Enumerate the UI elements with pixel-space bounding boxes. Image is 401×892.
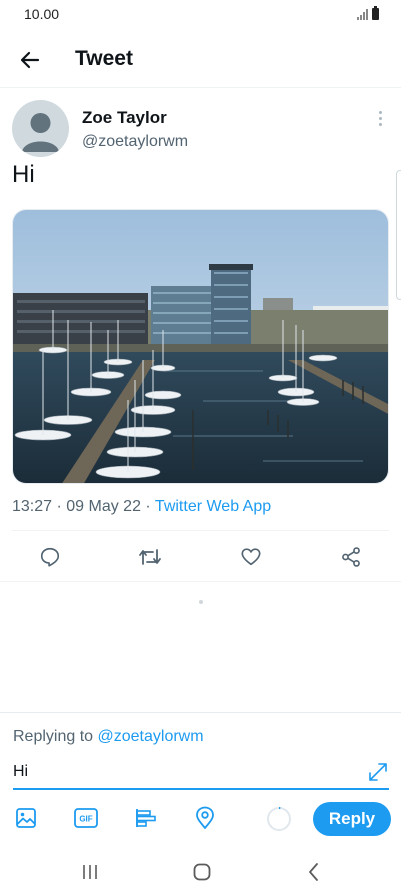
reply-input[interactable] <box>13 759 358 785</box>
reply-action[interactable] <box>36 543 64 571</box>
chevron-left-icon <box>309 863 318 881</box>
home-icon <box>193 863 211 881</box>
replying-to-label: Replying to @zoetaylorwm <box>13 728 204 746</box>
input-underline <box>13 788 389 790</box>
recent-apps-button[interactable] <box>76 858 104 886</box>
reply-composer: Replying to @zoetaylorwm GIF <box>0 712 401 852</box>
arrow-left-icon <box>20 51 40 69</box>
home-button[interactable] <box>188 858 216 886</box>
share-action[interactable] <box>337 543 365 571</box>
tweet-text: Hi <box>12 161 35 188</box>
app-header: Tweet <box>0 30 401 88</box>
marina-photo <box>13 210 388 483</box>
tweet-media-image[interactable] <box>12 209 389 484</box>
like-action[interactable] <box>237 543 265 571</box>
default-avatar-icon <box>22 113 59 152</box>
system-back-button[interactable] <box>300 858 328 886</box>
author-handle[interactable]: @zoetaylorwm <box>82 133 188 151</box>
expand-icon <box>369 763 387 781</box>
loading-indicator <box>199 600 203 604</box>
location-icon <box>196 806 214 829</box>
replying-prefix: Replying to <box>13 728 98 745</box>
add-image-button[interactable] <box>13 805 39 831</box>
meta-separator-1: · <box>52 498 67 515</box>
divider <box>0 581 401 582</box>
recent-apps-icon <box>83 865 97 879</box>
author-name[interactable]: Zoe Taylor <box>82 108 167 128</box>
tweet-action-bar <box>0 537 401 577</box>
image-icon <box>16 808 36 828</box>
expand-button[interactable] <box>367 761 389 783</box>
scrollbar[interactable] <box>396 170 401 300</box>
status-icons <box>357 6 379 20</box>
add-poll-button[interactable] <box>133 805 159 831</box>
retweet-icon <box>139 549 161 565</box>
meta-separator-2: · <box>140 498 155 515</box>
more-options-button[interactable] <box>372 108 388 128</box>
poll-icon <box>136 809 156 827</box>
gif-label: GIF <box>79 815 92 824</box>
system-nav-bar <box>0 852 401 892</box>
like-icon <box>241 548 261 566</box>
reply-button[interactable]: Reply <box>313 802 391 836</box>
status-time: 10.00 <box>24 6 60 22</box>
battery-icon <box>372 6 379 20</box>
gif-icon: GIF <box>74 808 98 828</box>
divider <box>12 530 389 531</box>
tweet-date: 09 May 22 <box>66 498 141 515</box>
retweet-action[interactable] <box>136 543 164 571</box>
add-gif-button[interactable]: GIF <box>73 805 99 831</box>
back-button[interactable] <box>14 44 46 76</box>
tweet-source-link[interactable]: Twitter Web App <box>155 498 271 515</box>
avatar[interactable] <box>12 100 69 157</box>
status-bar: 10.00 <box>0 0 401 30</box>
character-count-ring <box>267 807 291 831</box>
page-title: Tweet <box>75 47 133 70</box>
reply-icon <box>40 547 60 567</box>
share-icon <box>342 547 360 567</box>
replying-to-mention[interactable]: @zoetaylorwm <box>98 728 204 745</box>
tweet-time: 13:27 <box>12 498 53 515</box>
signal-icon <box>357 9 368 20</box>
tweet-meta: 13:27 · 09 May 22 · Twitter Web App <box>12 498 271 516</box>
add-location-button[interactable] <box>192 805 218 831</box>
